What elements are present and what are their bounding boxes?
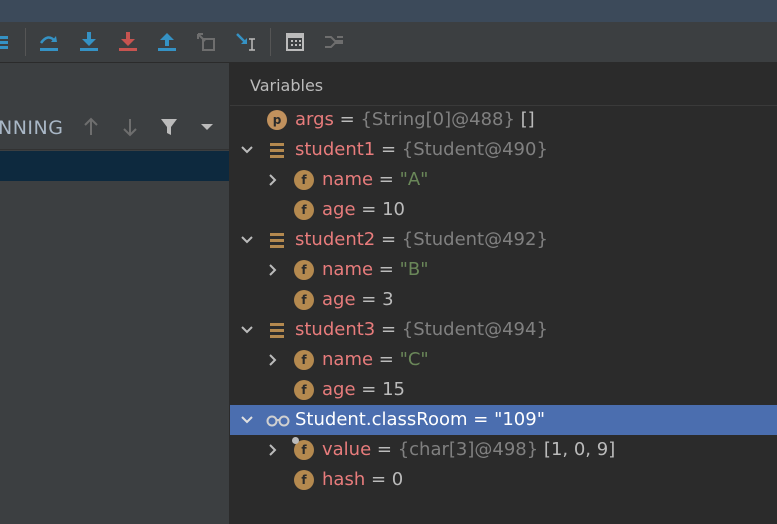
object-icon (267, 230, 287, 250)
variable-name: age (322, 199, 356, 220)
object-icon (267, 140, 287, 160)
field-icon: f (294, 470, 314, 490)
divider (0, 149, 229, 150)
variable-row[interactable]: f age = 10 (230, 195, 777, 225)
toolbar-separator (25, 28, 26, 56)
variable-ref: {Student@490} (401, 139, 548, 160)
field-icon: f (294, 380, 314, 400)
parameter-icon: p (267, 110, 287, 130)
variable-ref: {Student@494} (401, 319, 548, 340)
variable-name: Student.classRoom (295, 409, 468, 430)
variable-row[interactable]: p args = {String[0]@488} [] (230, 105, 777, 135)
variable-value: [] (514, 109, 535, 130)
chevron-right-icon[interactable] (265, 345, 281, 375)
variable-row[interactable]: student2 = {Student@492} (230, 225, 777, 255)
final-field-icon: f (292, 437, 314, 460)
step-into-icon[interactable] (75, 28, 103, 56)
chevron-right-icon[interactable] (265, 255, 281, 285)
step-out-icon[interactable] (153, 28, 181, 56)
step-over-icon[interactable] (35, 28, 63, 56)
field-icon: f (294, 260, 314, 280)
thread-status-label: NNING (0, 117, 64, 139)
field-icon: f (294, 290, 314, 310)
variable-ref: {char[3]@498} (397, 439, 539, 460)
variable-row[interactable]: f age = 15 (230, 375, 777, 405)
variable-ref: {String[0]@488} (360, 109, 515, 130)
force-step-into-icon[interactable] (114, 28, 142, 56)
selected-frame-row[interactable] (0, 151, 229, 181)
arrow-up-icon[interactable] (79, 115, 103, 139)
variable-value: "A" (399, 169, 429, 190)
variables-panel: Variables p args = {String[0]@488} [] st… (230, 63, 777, 524)
run-to-cursor-icon[interactable] (232, 28, 260, 56)
arrow-down-icon[interactable] (118, 115, 142, 139)
evaluate-expression-icon[interactable] (281, 28, 309, 56)
variable-value: "109" (494, 409, 545, 430)
variable-name: student3 (295, 319, 376, 340)
variable-name: student1 (295, 139, 376, 160)
frames-header: NNING (0, 107, 229, 147)
chevron-down-icon[interactable] (239, 405, 255, 435)
variable-row[interactable]: student1 = {Student@490} (230, 135, 777, 165)
variable-row[interactable]: f name = "B" (230, 255, 777, 285)
show-execution-point-icon[interactable] (0, 28, 14, 56)
toolbar-separator (270, 28, 271, 56)
variable-row[interactable]: f value = {char[3]@498} [1, 0, 9] (230, 435, 777, 465)
chevron-right-icon[interactable] (265, 435, 281, 465)
variable-value: "B" (399, 259, 429, 280)
variable-name: name (322, 259, 374, 280)
variable-name: student2 (295, 229, 376, 250)
final-marker-icon (292, 437, 299, 444)
variable-name: args (295, 109, 334, 130)
variable-row[interactable]: f age = 3 (230, 285, 777, 315)
variable-row[interactable]: f name = "A" (230, 165, 777, 195)
variable-name: age (322, 379, 356, 400)
variable-value: [1, 0, 9] (538, 439, 616, 460)
trace-current-stream-icon[interactable] (320, 28, 348, 56)
drop-frame-icon[interactable] (192, 28, 220, 56)
title-strip (0, 0, 777, 22)
debugger-toolbar (0, 22, 777, 63)
variable-ref: {Student@492} (401, 229, 548, 250)
chevron-right-icon[interactable] (265, 165, 281, 195)
chevron-down-icon[interactable] (239, 225, 255, 255)
variable-row-selected[interactable]: Student.classRoom = "109" (230, 405, 777, 435)
variable-name: hash (322, 469, 366, 490)
watch-glasses-icon (265, 410, 291, 430)
variables-title: Variables (250, 76, 324, 95)
variable-name: age (322, 289, 356, 310)
variable-name: name (322, 349, 374, 370)
variable-name: name (322, 169, 374, 190)
object-icon (267, 320, 287, 340)
filter-icon[interactable] (157, 115, 181, 139)
frames-panel: NNING (0, 63, 229, 524)
variable-row[interactable]: f hash = 0 (230, 465, 777, 495)
variable-value: 10 (382, 199, 405, 220)
chevron-down-icon[interactable] (195, 115, 219, 139)
field-icon: f (294, 170, 314, 190)
field-icon: f (294, 200, 314, 220)
variable-value: "C" (399, 349, 429, 370)
variable-row[interactable]: f name = "C" (230, 345, 777, 375)
variable-name: value (322, 439, 372, 460)
variable-value: 15 (382, 379, 405, 400)
chevron-down-icon[interactable] (239, 315, 255, 345)
chevron-down-icon[interactable] (239, 135, 255, 165)
variable-value: 0 (391, 469, 404, 490)
variable-row[interactable]: student3 = {Student@494} (230, 315, 777, 345)
variable-value: 3 (382, 289, 394, 310)
field-icon: f (294, 350, 314, 370)
